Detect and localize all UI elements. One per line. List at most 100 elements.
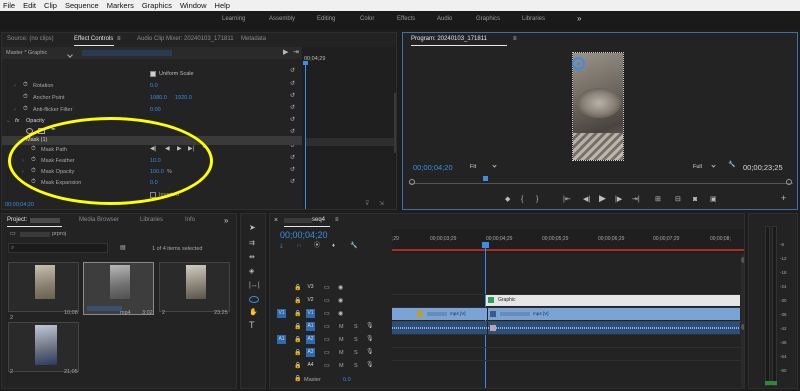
- reset-icon[interactable]: ↺: [290, 129, 295, 136]
- project-item-name[interactable]: 2: [10, 315, 13, 321]
- sync-lock-icon[interactable]: ▭: [324, 363, 330, 370]
- anchor-point-x[interactable]: 1080.0: [150, 95, 167, 101]
- resolution-select[interactable]: Full: [693, 164, 702, 170]
- track-name[interactable]: A3: [306, 348, 315, 357]
- sync-lock-icon[interactable]: ▭: [324, 337, 330, 344]
- timeline-vertical-scrollbar[interactable]: [741, 254, 744, 388]
- menu-help[interactable]: Help: [215, 0, 230, 11]
- source-patch[interactable]: A1: [277, 335, 286, 344]
- workspace-learning[interactable]: Learning: [222, 16, 245, 22]
- close-tab-icon[interactable]: ×: [274, 214, 278, 227]
- sync-lock-icon[interactable]: ▭: [324, 350, 330, 357]
- microphone-icon[interactable]: 🎙: [366, 323, 374, 330]
- go-to-out-icon[interactable]: ⇥|: [632, 196, 640, 203]
- track-name[interactable]: A2: [306, 335, 315, 344]
- sync-lock-icon[interactable]: ▭: [324, 324, 330, 331]
- workspace-libraries[interactable]: Libraries: [522, 16, 545, 22]
- lock-icon[interactable]: 🔒: [294, 324, 301, 331]
- scrollbar-handle[interactable]: [741, 324, 744, 330]
- effect-scrollbar[interactable]: [394, 93, 396, 153]
- rotation-value[interactable]: 0.0: [150, 83, 158, 89]
- panel-menu-icon[interactable]: ≡: [335, 214, 339, 227]
- project-item-name[interactable]: 2: [162, 310, 165, 316]
- eye-icon[interactable]: ◉: [338, 298, 343, 305]
- solo-button[interactable]: S: [354, 363, 358, 369]
- jump-icon[interactable]: ⇥: [293, 49, 299, 56]
- graphic-clip[interactable]: Graphic: [486, 295, 740, 306]
- ripple-edit-tool-icon[interactable]: ⇹: [249, 254, 255, 261]
- expand-chevron-icon[interactable]: ›: [14, 83, 16, 89]
- reset-icon[interactable]: ↺: [290, 155, 295, 162]
- tabs-overflow-icon[interactable]: »: [224, 214, 228, 227]
- workspace-audio[interactable]: Audio: [437, 16, 452, 22]
- go-to-in-icon[interactable]: |⇤: [563, 196, 571, 203]
- step-back-icon[interactable]: ◀|: [583, 196, 590, 203]
- timeline-settings-icon[interactable]: 🔧: [350, 243, 357, 250]
- tab-metadata[interactable]: Metadata: [241, 33, 266, 46]
- mute-button[interactable]: M: [339, 324, 344, 330]
- lock-icon[interactable]: 🔒: [294, 285, 301, 292]
- export-frame-icon[interactable]: ⇲: [379, 201, 384, 208]
- sync-lock-icon[interactable]: ▭: [324, 285, 330, 292]
- track-name[interactable]: V2: [306, 296, 315, 305]
- tab-libraries[interactable]: Libraries: [140, 214, 163, 227]
- program-playhead-marker[interactable]: [483, 176, 488, 181]
- reset-icon[interactable]: ↺: [290, 105, 295, 112]
- track-name[interactable]: V3: [306, 283, 315, 292]
- lock-icon[interactable]: 🔒: [294, 376, 301, 383]
- effect-playhead-handle[interactable]: [303, 61, 308, 65]
- panel-menu-icon[interactable]: ≡: [513, 33, 517, 46]
- project-search-input[interactable]: [8, 243, 108, 253]
- microphone-icon[interactable]: 🎙: [366, 336, 374, 343]
- effect-playhead[interactable]: [305, 62, 306, 209]
- workspace-graphics[interactable]: Graphics: [476, 16, 500, 22]
- program-playhead-timecode[interactable]: 00;00;04;20: [413, 163, 453, 172]
- video-clip-v1-b[interactable]: mp4 [V]: [488, 308, 740, 320]
- effect-controls-timecode[interactable]: 00;00;04;20: [5, 202, 34, 208]
- audio-clip-a1-b[interactable]: [488, 322, 740, 334]
- program-scrub-bar[interactable]: [409, 183, 793, 184]
- mute-button[interactable]: M: [339, 363, 344, 369]
- reset-icon[interactable]: ↺: [290, 167, 295, 174]
- master-track-value[interactable]: 0.0: [343, 377, 351, 383]
- project-item-thumbnail[interactable]: [8, 262, 79, 312]
- tab-media-browser[interactable]: Media Browser: [79, 214, 119, 227]
- eye-icon[interactable]: ◉: [338, 311, 343, 318]
- search-icon[interactable]: ⌕: [11, 245, 14, 252]
- reset-icon[interactable]: ↺: [290, 68, 295, 75]
- solo-button[interactable]: S: [354, 324, 358, 330]
- source-patch[interactable]: V1: [277, 309, 286, 318]
- effect-timeline-area[interactable]: [302, 47, 396, 209]
- tab-source[interactable]: Source: (no clips): [7, 33, 54, 46]
- project-item-thumbnail-selected[interactable]: [83, 262, 154, 315]
- anchor-point-y[interactable]: 1920.0: [175, 95, 192, 101]
- collapse-chevron-icon[interactable]: ⌄: [6, 118, 11, 124]
- ellipse-tool-icon[interactable]: [249, 296, 259, 303]
- project-item-thumbnail[interactable]: [8, 322, 79, 372]
- mark-in-icon[interactable]: {: [521, 196, 523, 203]
- stopwatch-icon[interactable]: ⏱: [23, 94, 28, 101]
- project-item-thumbnail[interactable]: [159, 262, 230, 312]
- play-icon[interactable]: ▶: [599, 194, 606, 203]
- camera-icon[interactable]: ◙: [693, 196, 697, 203]
- filter-icon[interactable]: ⊽: [365, 201, 369, 208]
- tab-info[interactable]: Info: [185, 214, 195, 227]
- lock-icon[interactable]: 🔒: [294, 363, 301, 370]
- hand-tool-icon[interactable]: ✋: [249, 309, 258, 316]
- track-name[interactable]: A4: [306, 361, 315, 370]
- transform-anchor-center[interactable]: [577, 62, 580, 65]
- razor-tool-icon[interactable]: ◈: [249, 268, 254, 275]
- track-name[interactable]: V1: [306, 309, 315, 318]
- lock-icon[interactable]: 🔒: [294, 298, 301, 305]
- microphone-icon[interactable]: 🎙: [366, 349, 374, 356]
- solo-button[interactable]: S: [354, 337, 358, 343]
- reset-icon[interactable]: ↺: [290, 179, 295, 186]
- mute-button[interactable]: M: [339, 337, 344, 343]
- wrench-icon[interactable]: 🔧: [728, 162, 735, 169]
- workspace-editing[interactable]: Editing: [317, 16, 335, 22]
- zoom-dropdown-chevron-icon[interactable]: [492, 163, 497, 168]
- play-clip-audio-icon[interactable]: ▶: [283, 49, 288, 56]
- microphone-icon[interactable]: 🎙: [366, 362, 374, 369]
- timeline-timecode[interactable]: 00;00;04;20: [280, 230, 328, 240]
- overwrite-icon[interactable]: ⊟: [675, 196, 681, 203]
